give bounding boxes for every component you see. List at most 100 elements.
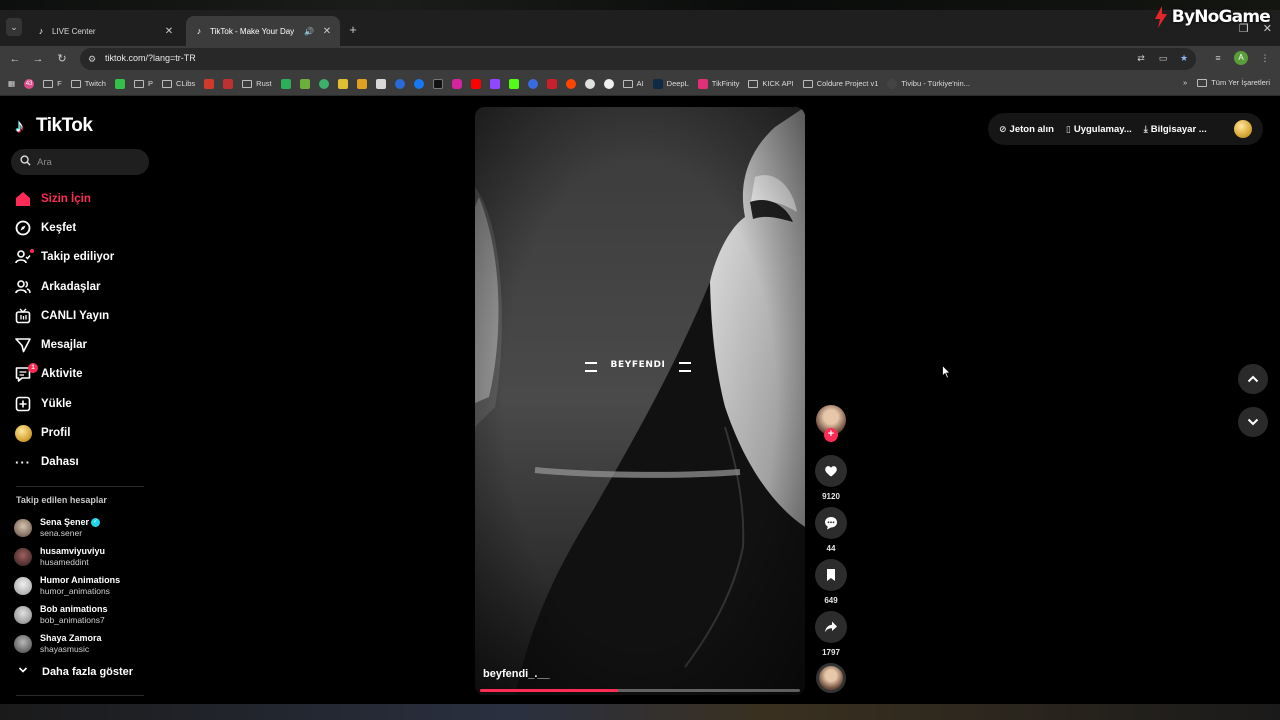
next-video-button[interactable] — [1238, 407, 1268, 437]
user-avatar[interactable] — [1234, 120, 1252, 138]
bookmark-fav15[interactable] — [546, 78, 557, 89]
nav-messages[interactable]: Mesajlar — [14, 330, 154, 359]
bookmark-fav11[interactable] — [470, 78, 481, 89]
tab-live-center[interactable]: ♪ LIVE Center ✕ — [28, 16, 182, 46]
desktop-app-button[interactable]: ⤓ Bilgisayar ... — [1144, 124, 1207, 135]
save-action[interactable]: 649 — [815, 559, 847, 605]
following-account[interactable]: Bob animations bob_animations7 — [14, 601, 154, 630]
all-bookmarks-folder[interactable]: Tüm Yer İşaretleri — [1197, 78, 1270, 87]
bookmark-twitch[interactable]: Twitch — [70, 79, 106, 88]
following-account[interactable]: Sena Şener ✓ sena.sener — [14, 513, 154, 542]
bookmark-fav12[interactable] — [489, 78, 500, 89]
nav-profile[interactable]: Profil — [14, 418, 154, 447]
bookmark-red1[interactable] — [204, 78, 215, 89]
nav-for-you[interactable]: Sizin İçin — [14, 184, 154, 213]
url-text[interactable]: tiktok.com/?lang=tr-TR — [105, 53, 196, 63]
more-bookmarks-icon[interactable]: » — [1183, 78, 1187, 87]
bookmark-kick-api[interactable]: KICK API — [748, 79, 794, 88]
translate-icon[interactable]: ⇄ — [1134, 51, 1148, 65]
previous-video-button[interactable] — [1238, 364, 1268, 394]
bookmark-fav13[interactable] — [508, 78, 519, 89]
get-coins-button[interactable]: ⊘ Jeton alın — [999, 124, 1054, 135]
get-app-button[interactable]: ▯ Uygulamay... — [1066, 124, 1132, 135]
bookmark-badge[interactable]: 43 — [24, 78, 35, 89]
bookmark-fav2[interactable] — [299, 78, 310, 89]
bookmark-icon[interactable] — [815, 559, 847, 591]
following-account[interactable]: Humor Animations humor_animations — [14, 571, 154, 600]
address-bar[interactable]: ⚙ tiktok.com/?lang=tr-TR — [80, 48, 1196, 70]
bookmark-fav4[interactable] — [337, 78, 348, 89]
nav-explore[interactable]: Keşfet — [14, 213, 154, 242]
account-username: bob_animations7 — [40, 615, 105, 626]
bookmark-fav17[interactable] — [584, 78, 595, 89]
search-box[interactable] — [11, 149, 149, 175]
apps-icon[interactable]: ▦ — [8, 79, 15, 88]
bookmark-folder-f[interactable]: F — [43, 79, 62, 88]
bookmark-green[interactable] — [114, 78, 125, 89]
new-tab-button[interactable]: + — [346, 22, 360, 37]
bookmark-coldure[interactable]: Coldure Project v1 — [802, 79, 878, 88]
bookmark-fav9[interactable] — [432, 78, 443, 89]
activity-badge: 1 — [28, 362, 38, 373]
nav-label: Sizin İçin — [41, 192, 91, 205]
nav-more[interactable]: ··· Dahası — [14, 448, 154, 477]
bookmark-fav3[interactable] — [318, 78, 329, 89]
speaker-icon[interactable]: 🔊 — [304, 27, 314, 36]
bookmark-star-icon[interactable]: ★ — [1177, 51, 1191, 65]
media-icon[interactable]: ≡ — [1211, 51, 1225, 65]
bookmark-github[interactable] — [603, 78, 614, 89]
tikfinity-icon — [697, 78, 708, 89]
tab-search-button[interactable]: ⌄ — [6, 18, 22, 36]
video-author[interactable]: beyfendi_.__ — [483, 668, 550, 680]
share-action[interactable]: 1797 — [815, 611, 847, 657]
reload-icon[interactable]: ↻ — [54, 51, 70, 67]
heart-icon[interactable] — [815, 455, 847, 487]
music-disc-avatar[interactable] — [816, 663, 846, 693]
bookmark-tikfinity[interactable]: TikFinity — [697, 78, 739, 89]
bookmark-fav6[interactable] — [375, 78, 386, 89]
bookmark-fav1[interactable] — [280, 78, 291, 89]
bookmark-fav7[interactable] — [394, 78, 405, 89]
back-icon[interactable]: ← — [7, 51, 23, 67]
video-player[interactable] — [475, 107, 805, 695]
show-more-button[interactable]: Daha fazla göster — [18, 665, 133, 678]
share-icon[interactable] — [815, 611, 847, 643]
tab-close-icon[interactable]: ✕ — [322, 26, 332, 37]
bookmark-fav14[interactable] — [527, 78, 538, 89]
bookmark-rust[interactable]: Rust — [242, 79, 272, 88]
bookmark-tivibu[interactable]: Tivibu - Türkiye'nin... — [887, 78, 970, 89]
following-account[interactable]: Shaya Zamora shayasmusic — [14, 630, 154, 659]
comment-action[interactable]: 44 — [815, 507, 847, 553]
follow-plus-icon[interactable]: + — [824, 428, 838, 442]
video-progress-bar[interactable] — [480, 689, 800, 692]
profile-icon — [14, 424, 32, 442]
tab-tiktok[interactable]: ♪ TikTok - Make Your Day 🔊 ✕ — [186, 16, 340, 46]
bookmark-fav16[interactable] — [565, 78, 576, 89]
site-info-icon[interactable]: ⚙ — [88, 53, 100, 65]
kebab-menu-icon[interactable]: ⋮ — [1258, 51, 1272, 65]
comment-icon[interactable] — [815, 507, 847, 539]
bookmark-red2[interactable] — [223, 78, 234, 89]
nav-activity[interactable]: 1 Aktivite — [14, 360, 154, 389]
chrome-profile-avatar[interactable]: A — [1234, 51, 1248, 65]
bookmark-clibs[interactable]: CLibs — [161, 79, 195, 88]
following-account[interactable]: husamviyuviyu husameddint — [14, 542, 154, 571]
creator-avatar[interactable]: + — [816, 405, 846, 442]
bookmark-folder-ai[interactable]: AI — [622, 79, 644, 88]
bookmark-fav5[interactable] — [356, 78, 367, 89]
bookmark-folder-p[interactable]: P — [133, 79, 153, 88]
nav-upload[interactable]: Yükle — [14, 389, 154, 418]
forward-icon[interactable]: → — [30, 51, 46, 67]
bookmark-fav8[interactable] — [413, 78, 424, 89]
nav-live[interactable]: CANLI Yayın — [14, 301, 154, 330]
bookmark-deepl[interactable]: DeepL — [652, 78, 689, 89]
tab-close-icon[interactable]: ✕ — [164, 26, 174, 37]
like-action[interactable]: 9120 — [815, 455, 847, 501]
bookmark-favicon-icon — [887, 78, 898, 89]
cast-icon[interactable]: ▭ — [1156, 51, 1170, 65]
tiktok-logo[interactable]: ♪ TikTok — [15, 115, 93, 137]
nav-following[interactable]: Takip ediliyor — [14, 243, 154, 272]
nav-friends[interactable]: Arkadaşlar — [14, 272, 154, 301]
search-input[interactable] — [37, 156, 137, 168]
bookmark-fav10[interactable] — [451, 78, 462, 89]
